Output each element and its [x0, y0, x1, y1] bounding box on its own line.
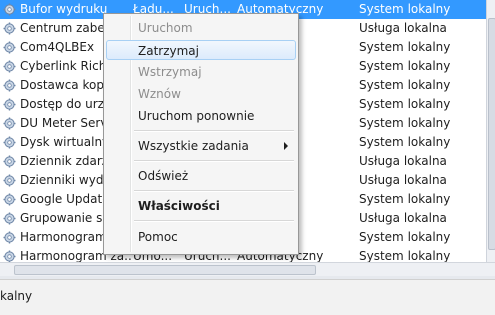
menu-item-all-tasks[interactable]: Wszystkie zadania: [106, 136, 296, 156]
gear-icon: [3, 155, 16, 168]
menu-separator: [134, 190, 294, 192]
vertical-scroll-thumb[interactable]: [488, 18, 495, 250]
gear-icon: [3, 22, 16, 35]
service-logon-as: System lokalny: [359, 192, 451, 206]
menu-separator: [134, 220, 294, 222]
menu-item-label: Zatrzymaj: [138, 44, 199, 58]
service-logon-as: System lokalny: [359, 249, 451, 262]
menu-item-label: Uruchom ponownie: [138, 109, 255, 123]
service-logon-as: Usługa lokalna: [359, 154, 447, 168]
service-logon-as: System lokalny: [359, 135, 451, 149]
menu-item-label: Wstrzymaj: [138, 65, 202, 79]
service-logon-as: System lokalny: [359, 78, 451, 92]
status-text: kalny: [0, 289, 33, 303]
gear-icon: [3, 117, 16, 130]
status-bar: kalny: [0, 279, 495, 315]
menu-separator: [134, 130, 294, 132]
service-logon-as: System lokalny: [359, 59, 451, 73]
gear-icon: [3, 60, 16, 73]
service-logon-as: Usługa lokalna: [359, 173, 447, 187]
gear-icon: [3, 212, 16, 225]
gear-icon: [3, 3, 16, 16]
service-logon-as: System lokalny: [359, 230, 451, 244]
gear-icon: [3, 250, 16, 262]
gear-icon: [3, 136, 16, 149]
context-menu: Uruchom Zatrzymaj Wstrzymaj Wznów Uruchom po…: [103, 13, 299, 255]
menu-item-label: Odśwież: [138, 169, 189, 183]
menu-item-resume[interactable]: Wznów: [106, 84, 296, 104]
horizontal-scrollbar[interactable]: [0, 262, 495, 276]
menu-item-label: Wszystkie zadania: [138, 139, 249, 153]
submenu-arrow-icon: [284, 142, 288, 150]
service-logon-as: System lokalny: [359, 2, 451, 16]
service-logon-as: System lokalny: [359, 40, 451, 54]
gear-icon: [3, 79, 16, 92]
menu-item-pause[interactable]: Wstrzymaj: [106, 62, 296, 82]
gear-icon: [3, 174, 16, 187]
service-logon-as: Usługa lokalna: [359, 21, 447, 35]
menu-item-label: Właściwości: [138, 199, 220, 213]
gear-icon: [3, 41, 16, 54]
gear-icon: [3, 231, 16, 244]
gear-icon: [3, 193, 16, 206]
menu-item-properties[interactable]: Właściwości: [106, 196, 296, 216]
gear-icon: [3, 98, 16, 111]
vertical-scrollbar[interactable]: [486, 0, 495, 262]
menu-item-label: Uruchom: [138, 21, 193, 35]
menu-item-help[interactable]: Pomoc: [106, 227, 296, 247]
service-logon-as: System lokalny: [359, 97, 451, 111]
menu-item-label: Wznów: [138, 87, 181, 101]
menu-item-start[interactable]: Uruchom: [106, 18, 296, 38]
menu-item-refresh[interactable]: Odśwież: [106, 166, 296, 186]
horizontal-scroll-thumb[interactable]: [14, 265, 316, 275]
service-logon-as: Usługa lokalna: [359, 211, 447, 225]
menu-separator: [134, 160, 294, 162]
menu-item-label: Pomoc: [138, 230, 178, 244]
menu-item-stop[interactable]: Zatrzymaj: [106, 40, 296, 60]
service-logon-as: System lokalny: [359, 116, 451, 130]
menu-item-restart[interactable]: Uruchom ponownie: [106, 106, 296, 126]
